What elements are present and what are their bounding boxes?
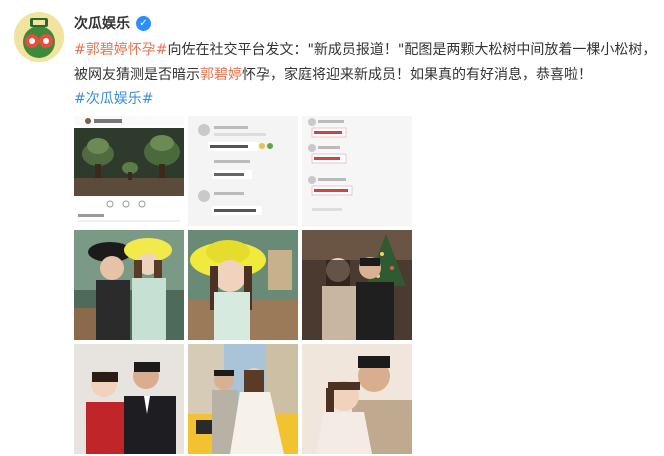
post-text-highlight[interactable]: 郭碧婷 — [200, 67, 242, 83]
image-comments-screenshot[interactable] — [188, 116, 298, 226]
image-photo-christmas-tree[interactable] — [302, 230, 412, 340]
image-grid — [74, 116, 412, 454]
author-row: 次瓜娱乐 ✓ — [74, 12, 151, 34]
author-name[interactable]: 次瓜娱乐 — [74, 13, 130, 33]
image-photo-wedding-portrait[interactable] — [302, 344, 412, 454]
source-hashtag[interactable]: #次瓜娱乐# — [74, 88, 153, 110]
image-comments-screenshot-2[interactable] — [302, 116, 412, 226]
image-instagram-screenshot[interactable] — [74, 116, 184, 226]
post-text-part2: 怀孕，家庭将迎来新成员！如果真的有好消息，恭喜啦！ — [242, 67, 592, 83]
topic-hashtag[interactable]: #郭碧婷怀孕# — [74, 42, 167, 58]
avatar-cartoon-icon — [14, 12, 64, 62]
image-photo-wedding-yellow-car[interactable] — [188, 344, 298, 454]
image-photo-yellow-hat-closeup[interactable] — [188, 230, 298, 340]
image-photo-red-dress-couple[interactable] — [74, 344, 184, 454]
post-text: #郭碧婷怀孕#向佐在社交平台发文："新成员报道！"配图是两颗大松树中间放着一棵小… — [74, 38, 658, 88]
author-avatar[interactable] — [14, 12, 64, 62]
verified-badge-icon: ✓ — [136, 15, 151, 31]
image-photo-yellow-hat-couple[interactable] — [74, 230, 184, 340]
